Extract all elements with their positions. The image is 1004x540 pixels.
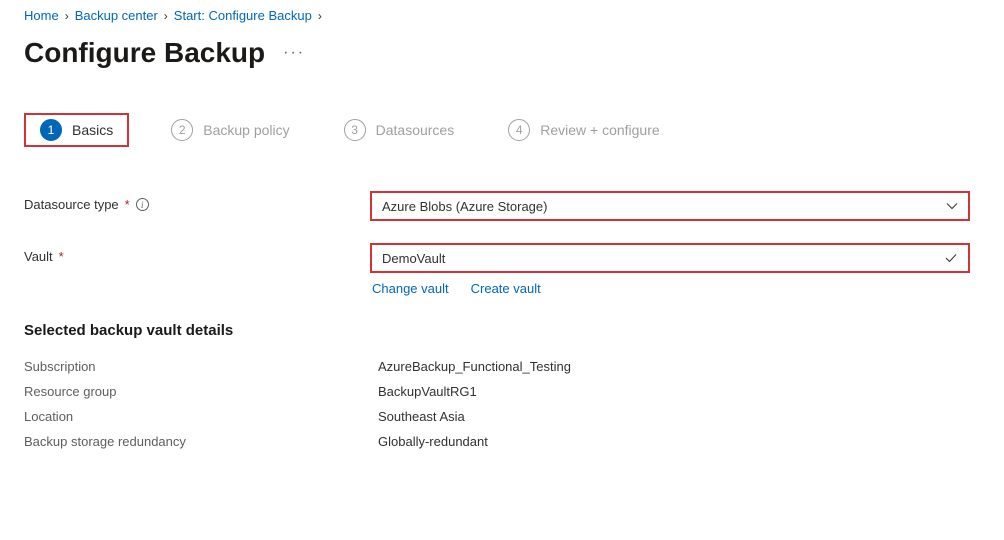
vault-label: Vault *	[24, 243, 370, 264]
detail-location: Location Southeast Asia	[24, 409, 980, 424]
detail-label: Resource group	[24, 384, 378, 399]
detail-subscription: Subscription AzureBackup_Functional_Test…	[24, 359, 980, 374]
chevron-right-icon: ›	[164, 9, 168, 23]
breadcrumb-home[interactable]: Home	[24, 8, 59, 23]
change-vault-link[interactable]: Change vault	[372, 281, 449, 296]
page-title: Configure Backup	[24, 37, 265, 69]
tab-label: Backup policy	[203, 122, 289, 138]
checkmark-icon	[944, 251, 958, 265]
select-value: DemoVault	[382, 251, 445, 266]
tab-number: 1	[40, 119, 62, 141]
tab-basics[interactable]: 1 Basics	[24, 113, 129, 147]
required-indicator: *	[59, 249, 64, 264]
info-icon[interactable]: i	[136, 198, 149, 211]
page-header: Configure Backup ···	[24, 37, 980, 69]
breadcrumb: Home › Backup center › Start: Configure …	[24, 8, 980, 23]
tab-label: Datasources	[376, 122, 455, 138]
chevron-right-icon: ›	[65, 9, 69, 23]
detail-label: Subscription	[24, 359, 378, 374]
detail-value: BackupVaultRG1	[378, 384, 477, 399]
tab-backup-policy[interactable]: 2 Backup policy	[159, 113, 301, 147]
detail-value: AzureBackup_Functional_Testing	[378, 359, 571, 374]
tab-label: Review + configure	[540, 122, 659, 138]
more-actions-button[interactable]: ···	[283, 44, 305, 62]
tab-datasources[interactable]: 3 Datasources	[332, 113, 467, 147]
chevron-right-icon: ›	[318, 9, 322, 23]
label-text: Datasource type	[24, 197, 119, 212]
vault-details-heading: Selected backup vault details	[24, 322, 980, 339]
breadcrumb-backup-center[interactable]: Backup center	[75, 8, 158, 23]
detail-label: Location	[24, 409, 378, 424]
create-vault-link[interactable]: Create vault	[471, 281, 541, 296]
required-indicator: *	[125, 197, 130, 212]
field-vault: Vault * DemoVault Change vault Create va…	[24, 243, 980, 296]
field-datasource-type: Datasource type * i Azure Blobs (Azure S…	[24, 191, 980, 221]
select-value: Azure Blobs (Azure Storage)	[382, 199, 547, 214]
detail-resource-group: Resource group BackupVaultRG1	[24, 384, 980, 399]
tab-number: 2	[171, 119, 193, 141]
vault-actions: Change vault Create vault	[370, 281, 980, 296]
detail-value: Globally-redundant	[378, 434, 488, 449]
wizard-tabs: 1 Basics 2 Backup policy 3 Datasources 4…	[24, 113, 980, 147]
label-text: Vault	[24, 249, 53, 264]
detail-value: Southeast Asia	[378, 409, 465, 424]
tab-review-configure[interactable]: 4 Review + configure	[496, 113, 671, 147]
tab-label: Basics	[72, 122, 113, 138]
vault-select[interactable]: DemoVault	[370, 243, 970, 273]
detail-redundancy: Backup storage redundancy Globally-redun…	[24, 434, 980, 449]
detail-label: Backup storage redundancy	[24, 434, 378, 449]
datasource-type-select[interactable]: Azure Blobs (Azure Storage)	[370, 191, 970, 221]
tab-number: 3	[344, 119, 366, 141]
chevron-down-icon	[946, 200, 958, 212]
breadcrumb-start-configure-backup[interactable]: Start: Configure Backup	[174, 8, 312, 23]
datasource-type-label: Datasource type * i	[24, 191, 370, 212]
tab-number: 4	[508, 119, 530, 141]
